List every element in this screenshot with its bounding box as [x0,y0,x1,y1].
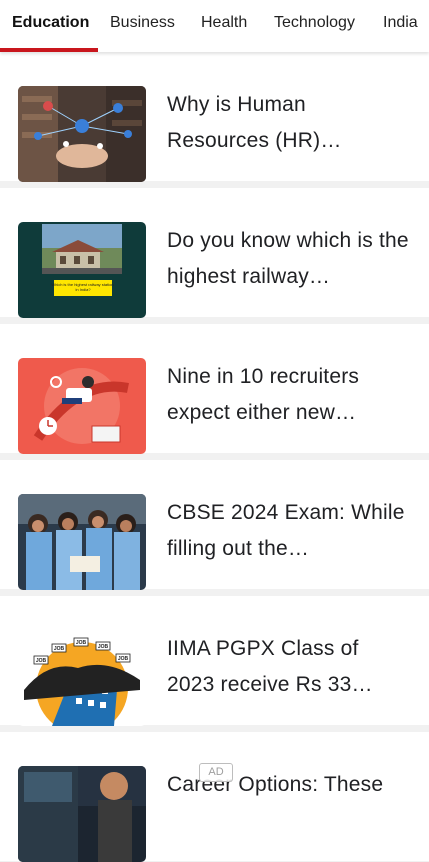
job-sign-label: JOB [98,644,109,650]
caption-line: in India? [75,287,91,292]
article-card[interactable]: Why is Human Resources (HR)… [0,52,429,182]
active-tab-indicator [0,48,98,52]
recruiter-illustration-image [18,358,146,454]
students-image [18,494,146,590]
category-tab-bar: Education Business Health Technology Ind… [0,0,429,52]
article-card[interactable]: CBSE 2024 Exam: While filling out the… [0,460,429,590]
tab-business[interactable]: Business [110,0,175,52]
article-thumbnail[interactable]: JOB JOB JOB JOB JOB [18,630,146,726]
job-crowd-illustration-image: JOB JOB JOB JOB JOB [18,630,146,726]
job-sign-label: JOB [54,646,65,652]
article-thumbnail[interactable]: Which is the highest railway station in … [18,222,146,318]
career-person-image [18,766,146,862]
tab-technology[interactable]: Technology [274,0,355,52]
hr-network-warehouse-image [18,86,146,182]
article-title[interactable]: CBSE 2024 Exam: While filling out the… [167,495,412,567]
ad-badge: AD [199,763,233,782]
job-sign-label: JOB [36,658,47,664]
job-sign-label: JOB [118,656,129,662]
railway-station-image: Which is the highest railway station in … [18,222,146,318]
article-thumbnail[interactable] [18,494,146,590]
tab-health[interactable]: Health [201,0,247,52]
article-title[interactable]: Nine in 10 recruiters expect either new… [167,359,412,431]
job-sign-label: JOB [76,640,87,646]
tab-education[interactable]: Education [12,0,89,52]
article-thumbnail[interactable] [18,86,146,182]
article-title[interactable]: Do you know which is the highest railway… [167,223,412,295]
article-thumbnail[interactable] [18,358,146,454]
article-title[interactable]: Why is Human Resources (HR)… [167,87,412,159]
article-card[interactable]: Nine in 10 recruiters expect either new… [0,324,429,454]
article-title[interactable]: IIMA PGPX Class of 2023 receive Rs 33… [167,631,412,703]
article-card[interactable]: Career Options: These [0,732,429,862]
tab-india[interactable]: India [383,0,418,52]
article-card[interactable]: Which is the highest railway station in … [0,188,429,318]
article-card[interactable]: JOB JOB JOB JOB JOB IIMA PGPX Class of 2… [0,596,429,726]
article-thumbnail[interactable] [18,766,146,862]
